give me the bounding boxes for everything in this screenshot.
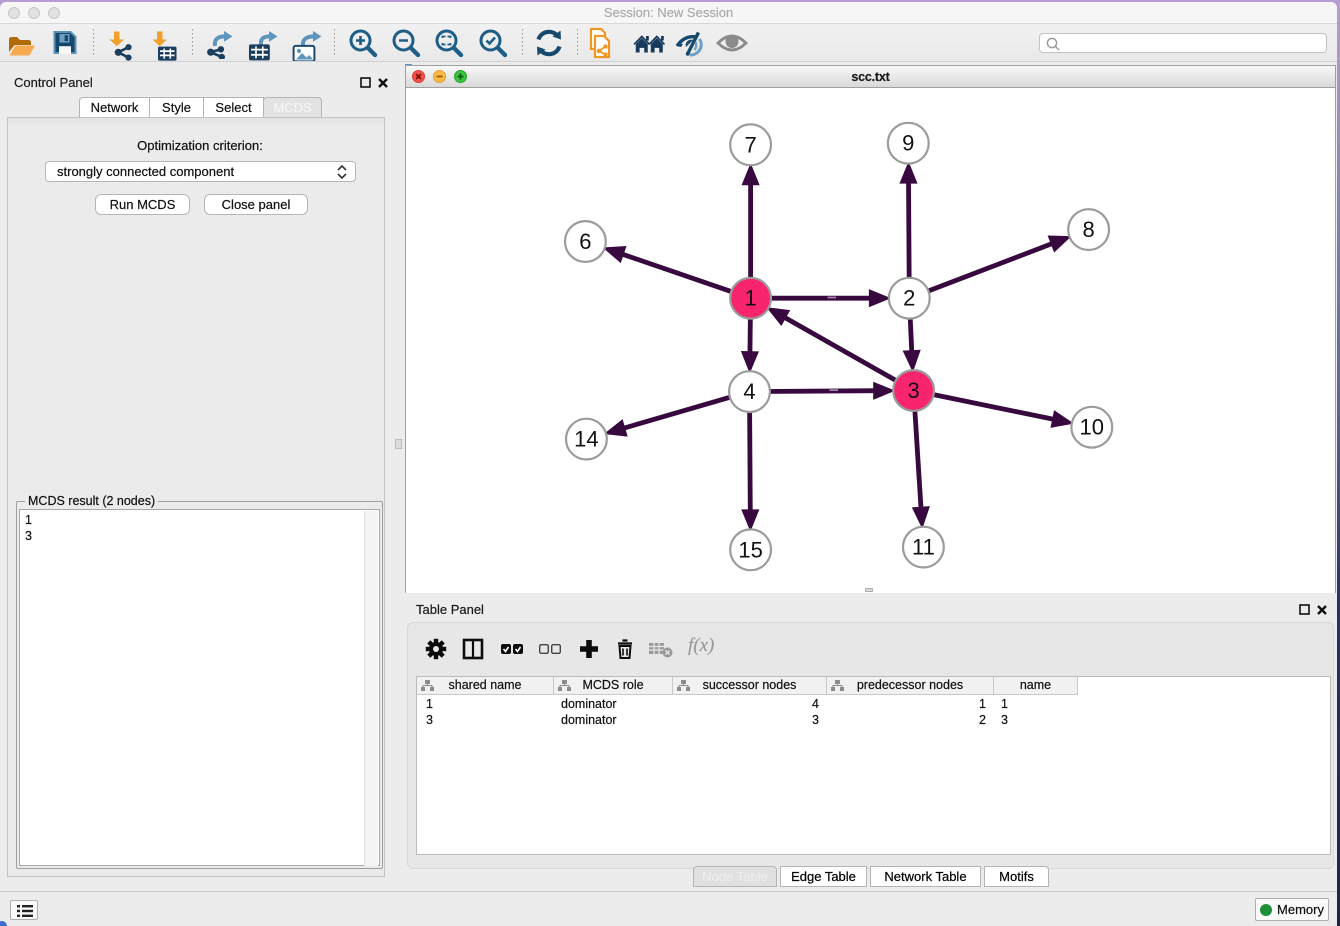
svg-text:11: 11 <box>912 534 935 559</box>
svg-text:6: 6 <box>579 229 591 254</box>
svg-text:14: 14 <box>574 426 598 451</box>
svg-text:2: 2 <box>903 285 915 310</box>
svg-text:3: 3 <box>907 378 919 403</box>
svg-text:9: 9 <box>902 130 914 155</box>
svg-text:15: 15 <box>738 537 762 562</box>
svg-text:8: 8 <box>1082 217 1094 242</box>
svg-text:1: 1 <box>744 285 756 310</box>
svg-text:10: 10 <box>1080 414 1104 439</box>
svg-text:7: 7 <box>744 132 756 157</box>
svg-text:4: 4 <box>743 379 755 404</box>
